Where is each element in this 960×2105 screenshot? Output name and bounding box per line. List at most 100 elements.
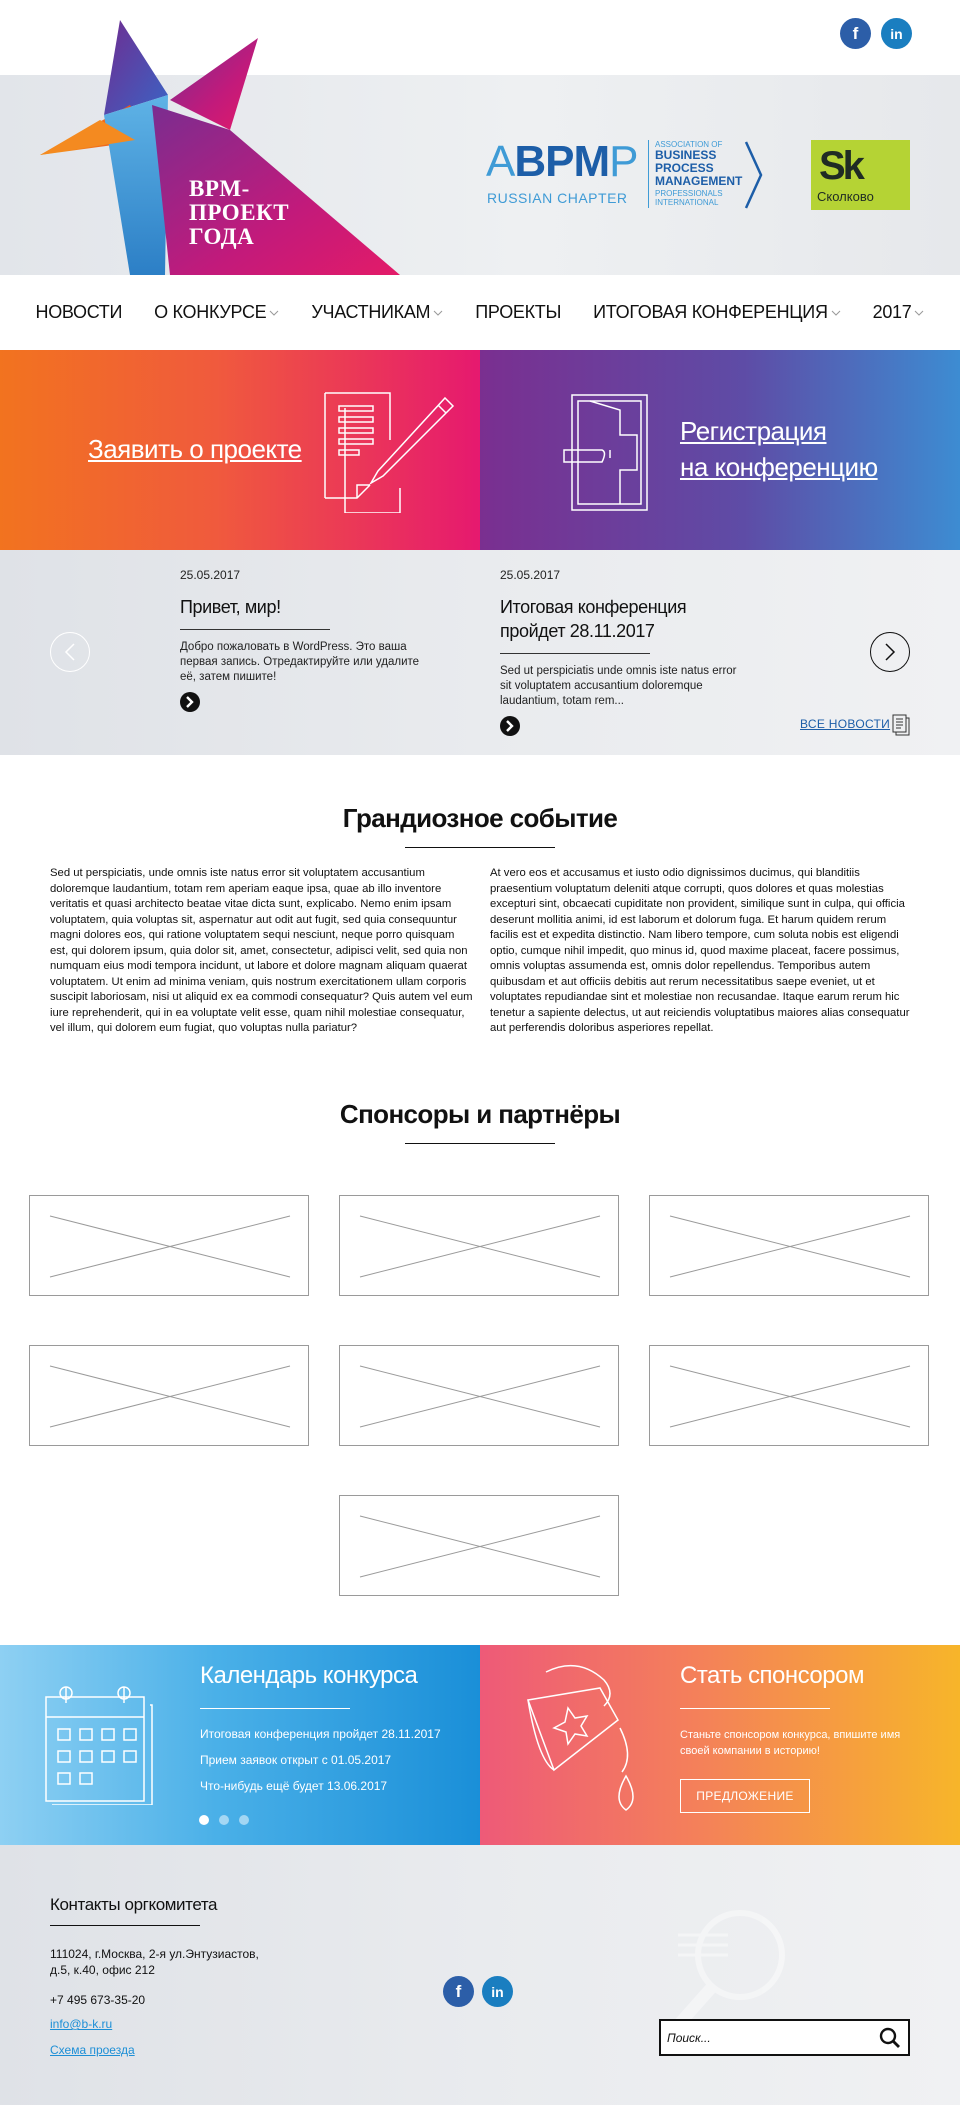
search-box	[659, 2019, 910, 2056]
footer-divider	[50, 1925, 200, 1926]
abpmp-wordmark: ABPMP	[486, 137, 639, 186]
calendar-title: Календарь конкурса	[200, 1662, 418, 1689]
register-panel: Регистрация на конференцию	[480, 350, 960, 550]
sponsor-logo-placeholder[interactable]	[339, 1345, 619, 1446]
linkedin-icon[interactable]: in	[482, 1976, 513, 2007]
footer-address: 111024, г.Москва, 2-я ул.Энтузиастов, д.5…	[50, 1947, 259, 1977]
sponsor-logo-placeholder[interactable]	[29, 1345, 309, 1446]
image-placeholder-icon	[359, 1365, 601, 1428]
sponsor-logo-placeholder[interactable]	[339, 1495, 619, 1596]
apply-panel: Заявить о проекте	[0, 350, 480, 550]
search-icon	[879, 2027, 900, 2048]
abpmp-bpm-text: Business Process Management	[655, 148, 743, 188]
calendar-event: Что-нибудь ещё будет 13.06.2017	[200, 1779, 388, 1793]
news-card[interactable]: 25.05.2017 Итоговая конференция пройдет 2…	[500, 568, 750, 709]
skolkovo-logo[interactable]: Sk Сколково	[811, 140, 910, 210]
sponsors-title: Спонсоры и партнёры	[339, 1099, 621, 1129]
social-links-footer: f in	[443, 1976, 513, 2007]
news-title[interactable]: Привет, мир!	[180, 595, 430, 619]
image-placeholder-icon	[669, 1365, 911, 1428]
slider-prev-button[interactable]	[50, 632, 90, 672]
document-list-icon[interactable]	[892, 714, 910, 736]
calendar-dot[interactable]	[199, 1815, 209, 1825]
sponsor-cta-text: Станьте спонсором конкурса, впишите имя с…	[680, 1729, 901, 1757]
sponsor-logo-placeholder[interactable]	[339, 1195, 619, 1296]
calendar-divider	[200, 1708, 350, 1709]
news-excerpt: Sed ut perspiciatis unde omnis iste natu…	[500, 665, 737, 707]
document-pencil-icon	[324, 392, 455, 513]
news-divider	[180, 629, 330, 630]
apply-project-link[interactable]: Заявить о проекте	[88, 431, 302, 467]
news-excerpt: Добро пожаловать в WordPress. Это ваша п…	[180, 641, 420, 683]
logo-line: ПРОЕКТ	[189, 200, 290, 225]
about-text-left: Sed ut perspiciatis, unde omnis iste nat…	[50, 867, 473, 1034]
sponsor-logo-placeholder[interactable]	[29, 1195, 309, 1296]
about-title: Грандиозное событие	[342, 803, 618, 833]
about-divider	[405, 847, 555, 848]
sponsors-divider	[405, 1143, 555, 1144]
chevron-left-icon	[64, 643, 75, 661]
news-card[interactable]: 25.05.2017 Привет, мир! Добро пожаловать…	[180, 568, 430, 685]
logo-line: ГОДА	[189, 224, 255, 249]
magnifier-decoration-icon	[675, 1910, 785, 2027]
footer-email-link[interactable]: info@b-k.ru	[50, 2017, 112, 2031]
read-more-button[interactable]	[180, 692, 200, 712]
image-placeholder-icon	[359, 1215, 601, 1278]
search-input[interactable]	[667, 2027, 867, 2049]
all-news-link[interactable]: ВСЕ НОВОСТИ	[800, 717, 890, 731]
skolkovo-name: Сколково	[817, 189, 874, 204]
about-text-right: At vero eos et accusamus et iusto odio d…	[490, 867, 910, 1034]
sponsor-logo-placeholder[interactable]	[649, 1345, 929, 1446]
nav-item-about[interactable]: О КОНКУРСЕ	[154, 302, 279, 323]
footer-phone: +7 495 673-35-20	[50, 1993, 146, 2007]
calendar-dot[interactable]	[219, 1815, 229, 1825]
calendar-panel: Календарь конкурса Итоговая конференция …	[0, 1645, 480, 1845]
news-date: 25.05.2017	[500, 568, 561, 582]
chevron-down-icon	[831, 310, 840, 316]
footer-map-link[interactable]: Схема проезда	[50, 2043, 135, 2057]
calendar-dot[interactable]	[239, 1815, 249, 1825]
abpmp-chapter: RUSSIAN CHAPTER	[487, 190, 628, 206]
nav-item-conference[interactable]: ИТОГОВАЯ КОНФЕРЕНЦИЯ	[593, 302, 841, 323]
facebook-icon[interactable]: f	[840, 18, 871, 49]
news-slider: 25.05.2017 Привет, мир! Добро пожаловать…	[0, 550, 960, 755]
chevron-right-icon	[186, 696, 194, 708]
chevron-down-icon	[433, 310, 443, 316]
image-placeholder-icon	[49, 1365, 291, 1428]
nav-item-projects[interactable]: ПРОЕКТЫ	[475, 302, 561, 323]
paint-bucket-icon	[526, 1664, 634, 1811]
sponsor-logo-placeholder[interactable]	[649, 1195, 929, 1296]
abpmp-professionals: Professionals International	[655, 189, 723, 207]
image-placeholder-icon	[669, 1215, 911, 1278]
facebook-icon[interactable]: f	[443, 1976, 474, 2007]
nav-item-news[interactable]: НОВОСТИ	[36, 302, 123, 323]
search-button[interactable]	[878, 2027, 902, 2049]
footer: Контакты оргкомитета 111024, г.Москва, 2…	[0, 1845, 960, 2105]
news-date: 25.05.2017	[180, 568, 241, 582]
abpmp-divider	[648, 140, 649, 208]
logo-title: BPM- ПРОЕКТ ГОДА	[189, 177, 289, 249]
image-placeholder-icon	[359, 1515, 601, 1578]
abpmp-logo[interactable]: ABPMP RUSSIAN CHAPTER Association of Bus…	[486, 137, 763, 210]
offer-button[interactable]: ПРЕДЛОЖЕНИЕ	[680, 1779, 810, 1813]
sponsor-cta-title: Стать спонсором	[680, 1662, 864, 1689]
sponsor-cta-divider	[680, 1708, 830, 1709]
abpmp-chevron-icon	[744, 141, 763, 209]
social-links-top: f in	[840, 18, 912, 49]
calendar-event: Итоговая конференция пройдет 28.11.2017	[200, 1727, 441, 1741]
slider-next-button[interactable]	[870, 632, 910, 672]
read-more-button[interactable]	[500, 716, 520, 736]
skolkovo-mark: Sk	[819, 144, 865, 188]
register-conference-link[interactable]: Регистрация на конференцию	[680, 413, 878, 485]
chevron-down-icon	[270, 310, 279, 316]
chevron-right-icon	[506, 720, 514, 732]
logo-line: BPM-	[189, 176, 250, 201]
linkedin-icon[interactable]: in	[881, 18, 912, 49]
calendar-event: Прием заявок открыт с 01.05.2017	[200, 1753, 392, 1767]
calendar-icon	[45, 1686, 153, 1805]
news-title[interactable]: Итоговая конференция пройдет 28.11.2017	[500, 595, 750, 643]
nav-item-2017[interactable]: 2017	[873, 302, 925, 323]
nav-item-participants[interactable]: УЧАСТНИКАМ	[311, 302, 443, 323]
chevron-right-icon	[885, 643, 896, 661]
door-icon	[563, 394, 648, 511]
